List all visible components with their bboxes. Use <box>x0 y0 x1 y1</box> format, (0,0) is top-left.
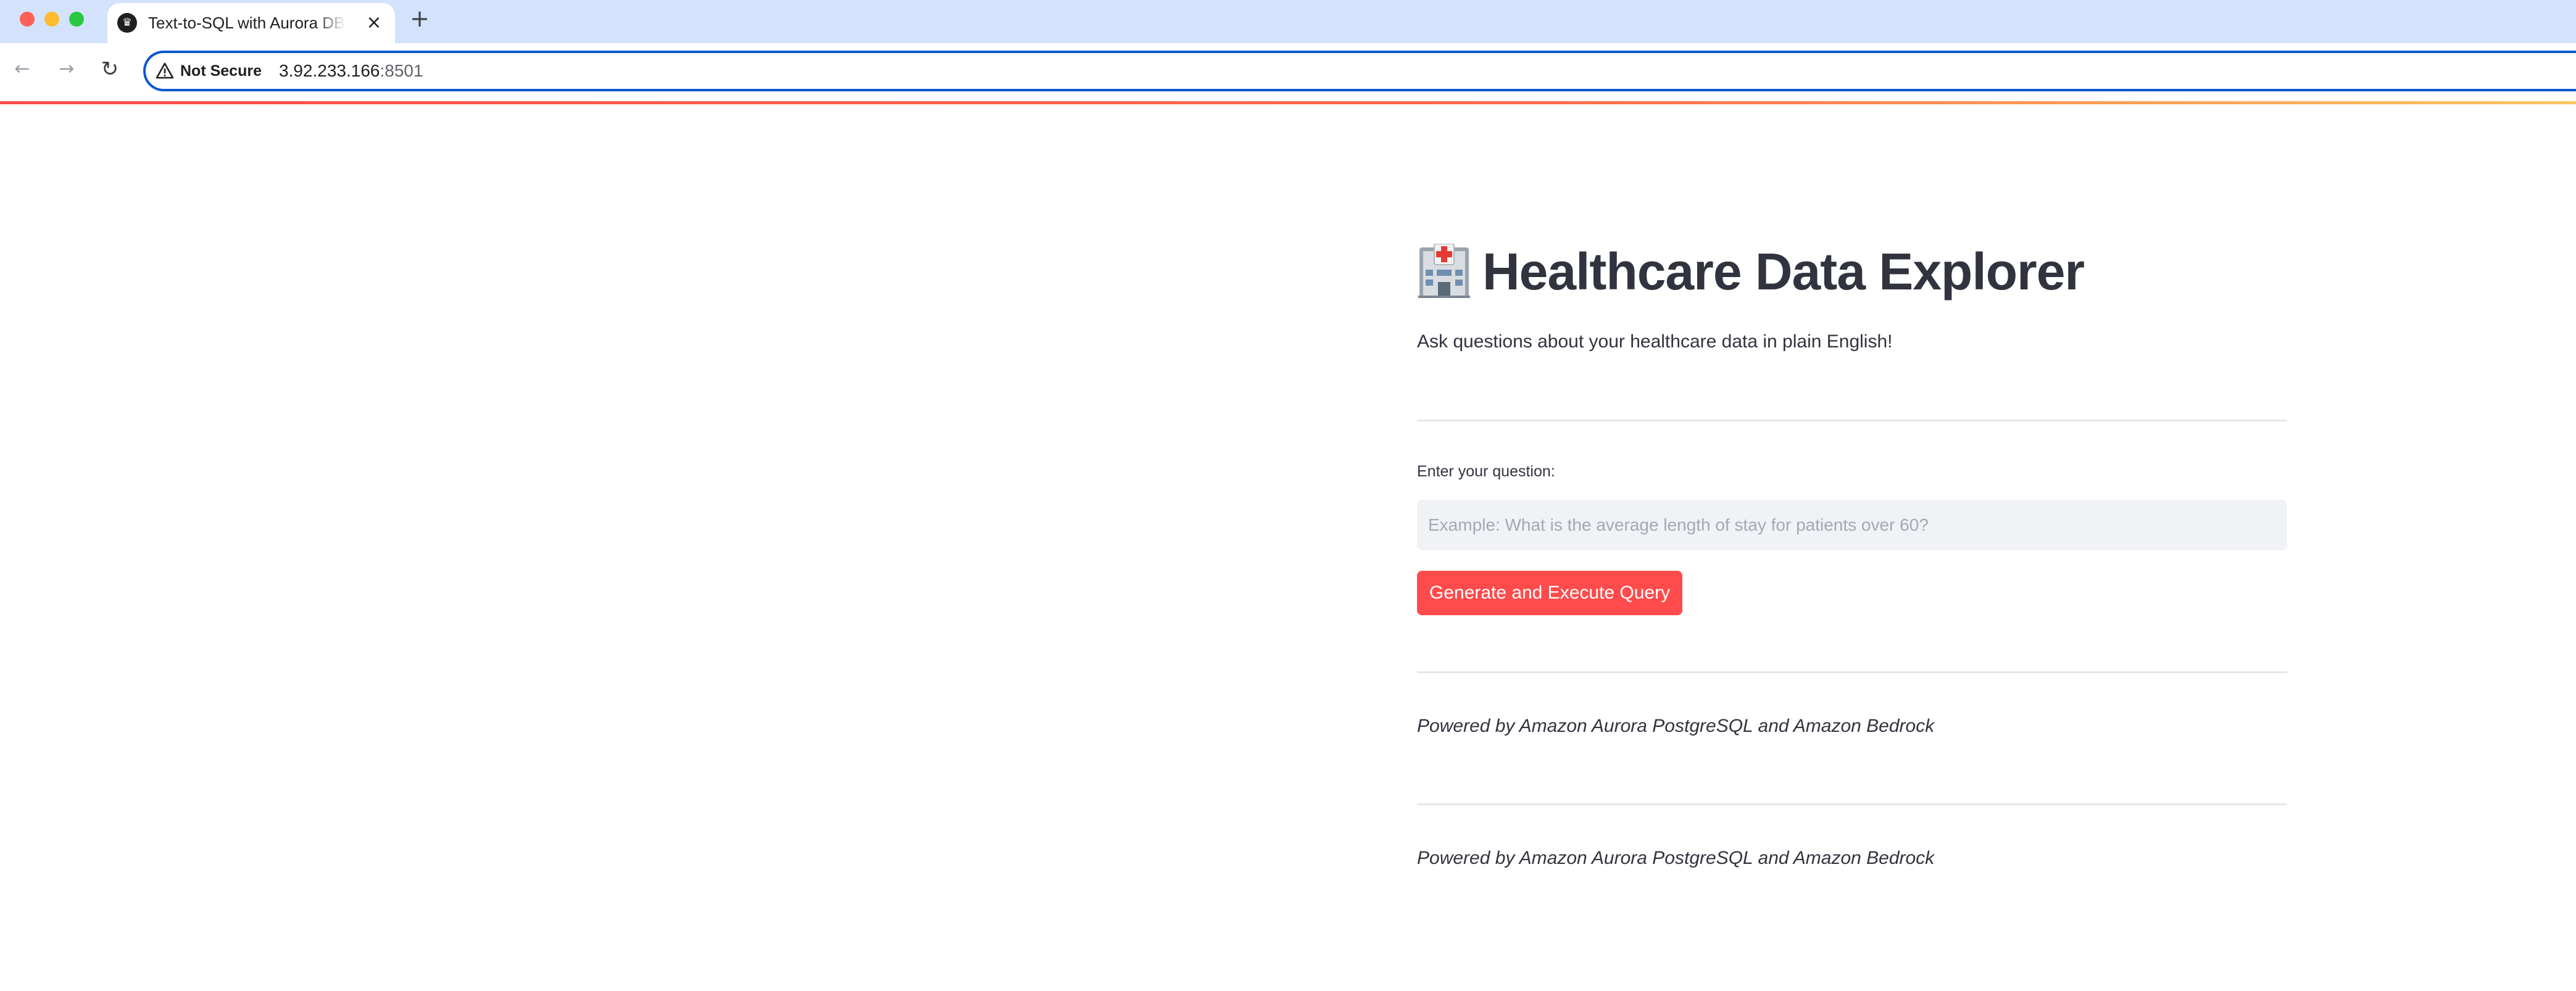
address-bar[interactable]: Not Secure 3.92.233.166:8501 <box>143 51 2576 91</box>
footer-caption: Powered by Amazon Aurora PostgreSQL and … <box>1417 848 1935 868</box>
warning-triangle-icon <box>156 62 174 79</box>
app-header-decoration-bar <box>0 101 2576 104</box>
url-host: 3.92.233.166 <box>279 61 380 80</box>
browser-tab-strip: ♛ Text-to-SQL with Aurora DB for Healthc… <box>0 0 2576 43</box>
reload-icon[interactable]: ↻ <box>96 56 123 83</box>
tab-title: Text-to-SQL with Aurora DB for Healthcar… <box>148 14 346 32</box>
window-minimize-button[interactable] <box>44 12 59 27</box>
url-text[interactable]: 3.92.233.166:8501 <box>279 60 423 81</box>
url-port: :8501 <box>380 61 423 80</box>
page-subtitle: Ask questions about your healthcare data… <box>1417 331 1893 352</box>
browser-tab-active[interactable]: ♛ Text-to-SQL with Aurora DB for Healthc… <box>107 3 395 43</box>
plus-icon[interactable]: + <box>407 6 432 31</box>
generate-query-button[interactable]: Generate and Execute Query <box>1417 571 1682 615</box>
window-close-button[interactable] <box>20 12 35 27</box>
title-row: Healthcare Data Explorer <box>1417 234 2085 309</box>
divider <box>1417 671 2287 673</box>
arrow-left-icon[interactable]: ← <box>9 56 36 83</box>
question-input[interactable] <box>1417 500 2287 550</box>
divider <box>1417 803 2287 805</box>
browser-toolbar: ← → ↻ Not Secure 3.92.233.166:8501 <box>0 43 2576 101</box>
streamlit-crown-icon: ♛ <box>117 13 137 33</box>
window-maximize-button[interactable] <box>69 12 84 27</box>
footer-caption: Powered by Amazon Aurora PostgreSQL and … <box>1417 716 1935 736</box>
arrow-right-icon[interactable]: → <box>53 56 80 83</box>
security-label[interactable]: Not Secure <box>180 60 262 81</box>
close-icon[interactable]: × <box>362 10 386 35</box>
page-title: Healthcare Data Explorer <box>1482 242 2085 301</box>
hospital-icon <box>1418 244 1470 298</box>
divider <box>1417 420 2287 421</box>
question-label: Enter your question: <box>1417 463 1555 480</box>
